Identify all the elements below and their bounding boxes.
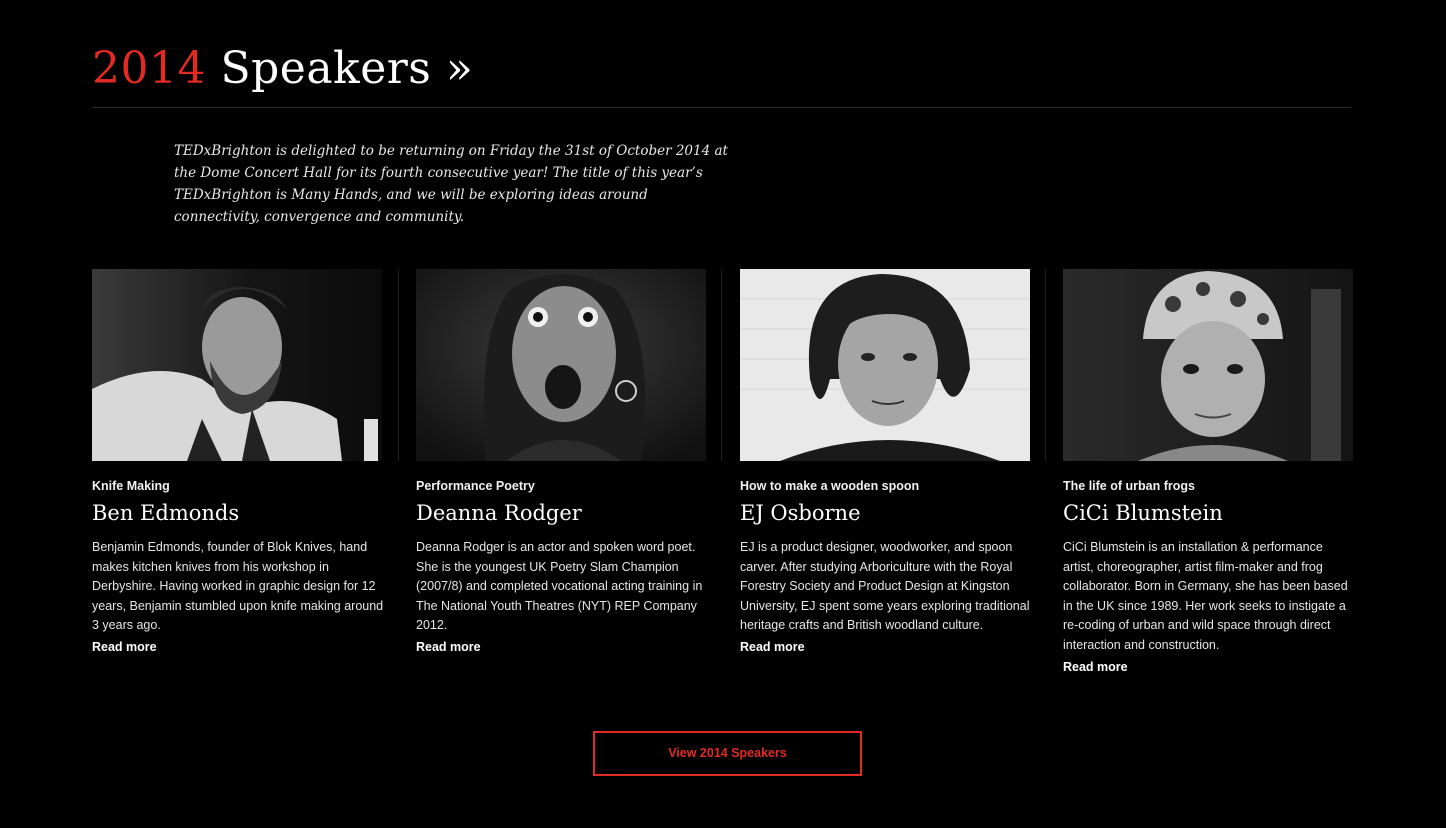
speaker-bio: CiCi Blumstein is an installation & perf…: [1063, 540, 1348, 652]
section-title[interactable]: 2014 Speakers »: [92, 40, 473, 98]
talk-topic: The life of urban frogs: [1063, 479, 1195, 493]
speaker-bio: Deanna Rodger is an actor and spoken wor…: [416, 540, 703, 633]
speaker-card-deanna-rodger: Performance Poetry Deanna Rodger Deanna …: [416, 269, 716, 657]
speaker-name[interactable]: Deanna Rodger: [416, 500, 716, 526]
section-title-text: Speakers »: [205, 43, 474, 94]
read-more-link[interactable]: Read more: [92, 638, 392, 657]
card-divider: [398, 269, 399, 461]
speaker-name[interactable]: EJ Osborne: [740, 500, 1040, 526]
speaker-photo[interactable]: [740, 269, 1030, 461]
speaker-photo[interactable]: [1063, 269, 1353, 461]
talk-topic: How to make a wooden spoon: [740, 479, 920, 493]
read-more-link[interactable]: Read more: [740, 638, 1040, 657]
speaker-card-ben-edmonds: Knife Making Ben Edmonds Benjamin Edmond…: [92, 269, 392, 657]
read-more-link[interactable]: Read more: [1063, 658, 1363, 677]
section-title-year: 2014: [92, 43, 206, 94]
speaker-bio: EJ is a product designer, woodworker, an…: [740, 540, 1030, 633]
view-speakers-button[interactable]: View 2014 Speakers: [593, 731, 862, 776]
speaker-card-cici-blumstein: The life of urban frogs CiCi Blumstein C…: [1063, 269, 1363, 677]
card-divider: [721, 269, 722, 461]
card-divider: [1045, 269, 1046, 461]
speaker-bio: Benjamin Edmonds, founder of Blok Knives…: [92, 540, 384, 633]
intro-text: TEDxBrighton is delighted to be returnin…: [174, 143, 728, 225]
speaker-name[interactable]: Ben Edmonds: [92, 500, 392, 526]
speaker-photo[interactable]: [416, 269, 706, 461]
title-divider: [92, 107, 1351, 108]
talk-topic: Knife Making: [92, 479, 170, 493]
speaker-name[interactable]: CiCi Blumstein: [1063, 500, 1363, 526]
speaker-card-ej-osborne: How to make a wooden spoon EJ Osborne EJ…: [740, 269, 1040, 657]
read-more-link[interactable]: Read more: [416, 638, 716, 657]
speaker-photo[interactable]: [92, 269, 382, 461]
talk-topic: Performance Poetry: [416, 479, 535, 493]
